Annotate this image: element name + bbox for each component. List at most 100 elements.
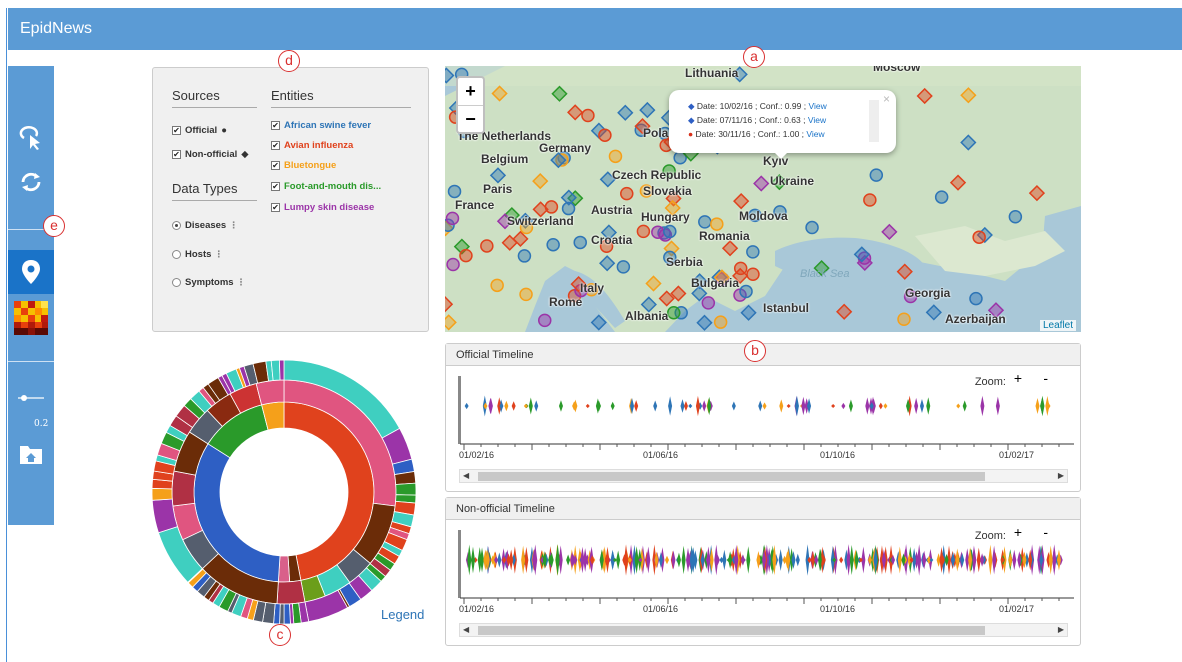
popup-scrollbar[interactable] (869, 100, 879, 142)
timeline-event[interactable] (972, 548, 977, 572)
timeline-event[interactable] (786, 403, 791, 409)
sunburst-chart[interactable] (144, 357, 424, 637)
threshold-slider[interactable] (8, 386, 54, 410)
radio-button[interactable] (172, 250, 181, 259)
timeline-event[interactable] (1052, 544, 1057, 576)
timeline-event[interactable] (1040, 398, 1045, 414)
sunburst-middle-segment[interactable] (171, 470, 197, 507)
timeline-event[interactable] (1035, 397, 1040, 415)
checkbox[interactable]: ✔ (271, 203, 280, 212)
map-marker-circle[interactable] (805, 220, 819, 235)
timeline-event[interactable] (585, 403, 590, 409)
map-marker-circle[interactable] (573, 235, 587, 250)
timeline-event[interactable] (922, 550, 927, 570)
timeline-event[interactable] (624, 546, 629, 574)
timeline-event[interactable] (731, 401, 736, 411)
timeline-scrollbar[interactable]: ◀ ▶ (459, 469, 1068, 483)
radio-button[interactable] (172, 278, 181, 287)
timeline-event[interactable] (707, 396, 712, 416)
timeline-event[interactable] (634, 546, 639, 574)
checkbox[interactable]: ✔ (271, 141, 280, 150)
more-options-icon[interactable]: ⋮ (237, 277, 246, 288)
timeline-event[interactable] (646, 546, 651, 574)
timeline-event[interactable] (464, 402, 469, 410)
timeline-event[interactable] (848, 399, 853, 413)
checkbox[interactable]: ✔ (271, 121, 280, 130)
timeline-event[interactable] (511, 401, 516, 411)
timeline-event[interactable] (779, 399, 784, 413)
map-marker-circle[interactable] (863, 193, 877, 207)
map-marker-circle[interactable] (746, 245, 760, 259)
timeline-event[interactable] (1012, 549, 1017, 571)
map-marker-circle[interactable] (636, 224, 651, 239)
timeline-event[interactable] (794, 395, 799, 417)
map-marker-circle[interactable] (490, 278, 504, 293)
map-marker-circle[interactable] (897, 312, 911, 326)
scroll-left-icon[interactable]: ◀ (463, 625, 469, 634)
legend-link[interactable]: Legend (381, 607, 424, 622)
popup-view-link[interactable]: View (808, 115, 826, 125)
radio-button[interactable] (172, 221, 181, 230)
source-nonofficial[interactable]: ✔ Non-official ◆ (172, 149, 249, 160)
map-view-button[interactable] (8, 250, 54, 294)
timeline-event[interactable] (558, 400, 563, 412)
timeline-event[interactable] (831, 403, 836, 409)
popup-close-icon[interactable]: × (883, 92, 890, 106)
map-marker-circle[interactable] (869, 168, 884, 182)
data-type-hosts[interactable]: Hosts ⋮ (172, 249, 223, 260)
refresh-button[interactable] (8, 162, 54, 202)
map-marker-circle[interactable] (544, 200, 559, 214)
timeline-event[interactable] (740, 554, 745, 566)
leaflet-attribution-link[interactable]: Leaflet (1040, 320, 1077, 331)
map-marker-circle[interactable] (517, 249, 532, 263)
timeline-event[interactable] (688, 403, 693, 409)
timeline-event[interactable] (570, 551, 575, 569)
timeline-event[interactable] (980, 395, 985, 417)
timeline-event[interactable] (653, 400, 658, 412)
timeline-event[interactable] (702, 400, 707, 412)
timeline-event[interactable] (680, 399, 685, 413)
entity-bluetongue[interactable]: ✔ Bluetongue (271, 160, 336, 171)
timeline-event[interactable] (883, 403, 888, 409)
timeline-event[interactable] (573, 399, 578, 413)
home-button[interactable] (8, 434, 54, 474)
timeline-event[interactable] (1056, 549, 1061, 571)
scroll-right-icon[interactable]: ▶ (1058, 625, 1064, 634)
timeline-event[interactable] (807, 398, 812, 414)
map-marker-circle[interactable] (746, 267, 760, 281)
timeline-event[interactable] (470, 546, 475, 574)
map-marker-circle[interactable] (934, 190, 949, 204)
sunburst-outer-segment[interactable] (283, 603, 291, 625)
timeline-event[interactable] (467, 544, 472, 576)
checkbox[interactable]: ✔ (271, 182, 280, 191)
timeline-event[interactable] (878, 402, 883, 410)
timeline-event[interactable] (992, 545, 997, 575)
timeline-event[interactable] (955, 548, 960, 572)
timeline-event[interactable] (897, 546, 902, 574)
timeline-event[interactable] (566, 554, 571, 566)
map-marker-circle[interactable] (969, 291, 983, 306)
timeline-event[interactable] (956, 403, 961, 409)
timeline-event[interactable] (610, 401, 615, 411)
checkbox[interactable]: ✔ (271, 161, 280, 170)
timeline-event[interactable] (1008, 552, 1013, 568)
timeline-event[interactable] (839, 556, 844, 564)
timeline-event[interactable] (1048, 545, 1053, 575)
map-marker-circle[interactable] (620, 186, 634, 201)
map-marker-circle[interactable] (666, 306, 681, 320)
timeline-event[interactable] (664, 555, 669, 565)
timeline-event[interactable] (746, 546, 751, 574)
timeline-event[interactable] (817, 549, 822, 571)
timeline-event[interactable] (980, 553, 985, 567)
timeline-event[interactable] (488, 397, 493, 415)
timeline-event[interactable] (555, 544, 560, 576)
timeline-event[interactable] (681, 545, 686, 575)
map-marker-circle[interactable] (739, 284, 753, 299)
heatmap-view-button[interactable] (8, 298, 54, 338)
checkbox[interactable]: ✔ (172, 126, 181, 135)
pointer-select-button[interactable] (8, 118, 54, 158)
popup-view-link[interactable]: View (806, 129, 824, 139)
timeline-event[interactable] (671, 550, 676, 570)
entity-foot-and-mouth[interactable]: ✔ Foot-and-mouth dis... (271, 181, 381, 192)
more-options-icon[interactable]: ⋮ (229, 220, 238, 231)
